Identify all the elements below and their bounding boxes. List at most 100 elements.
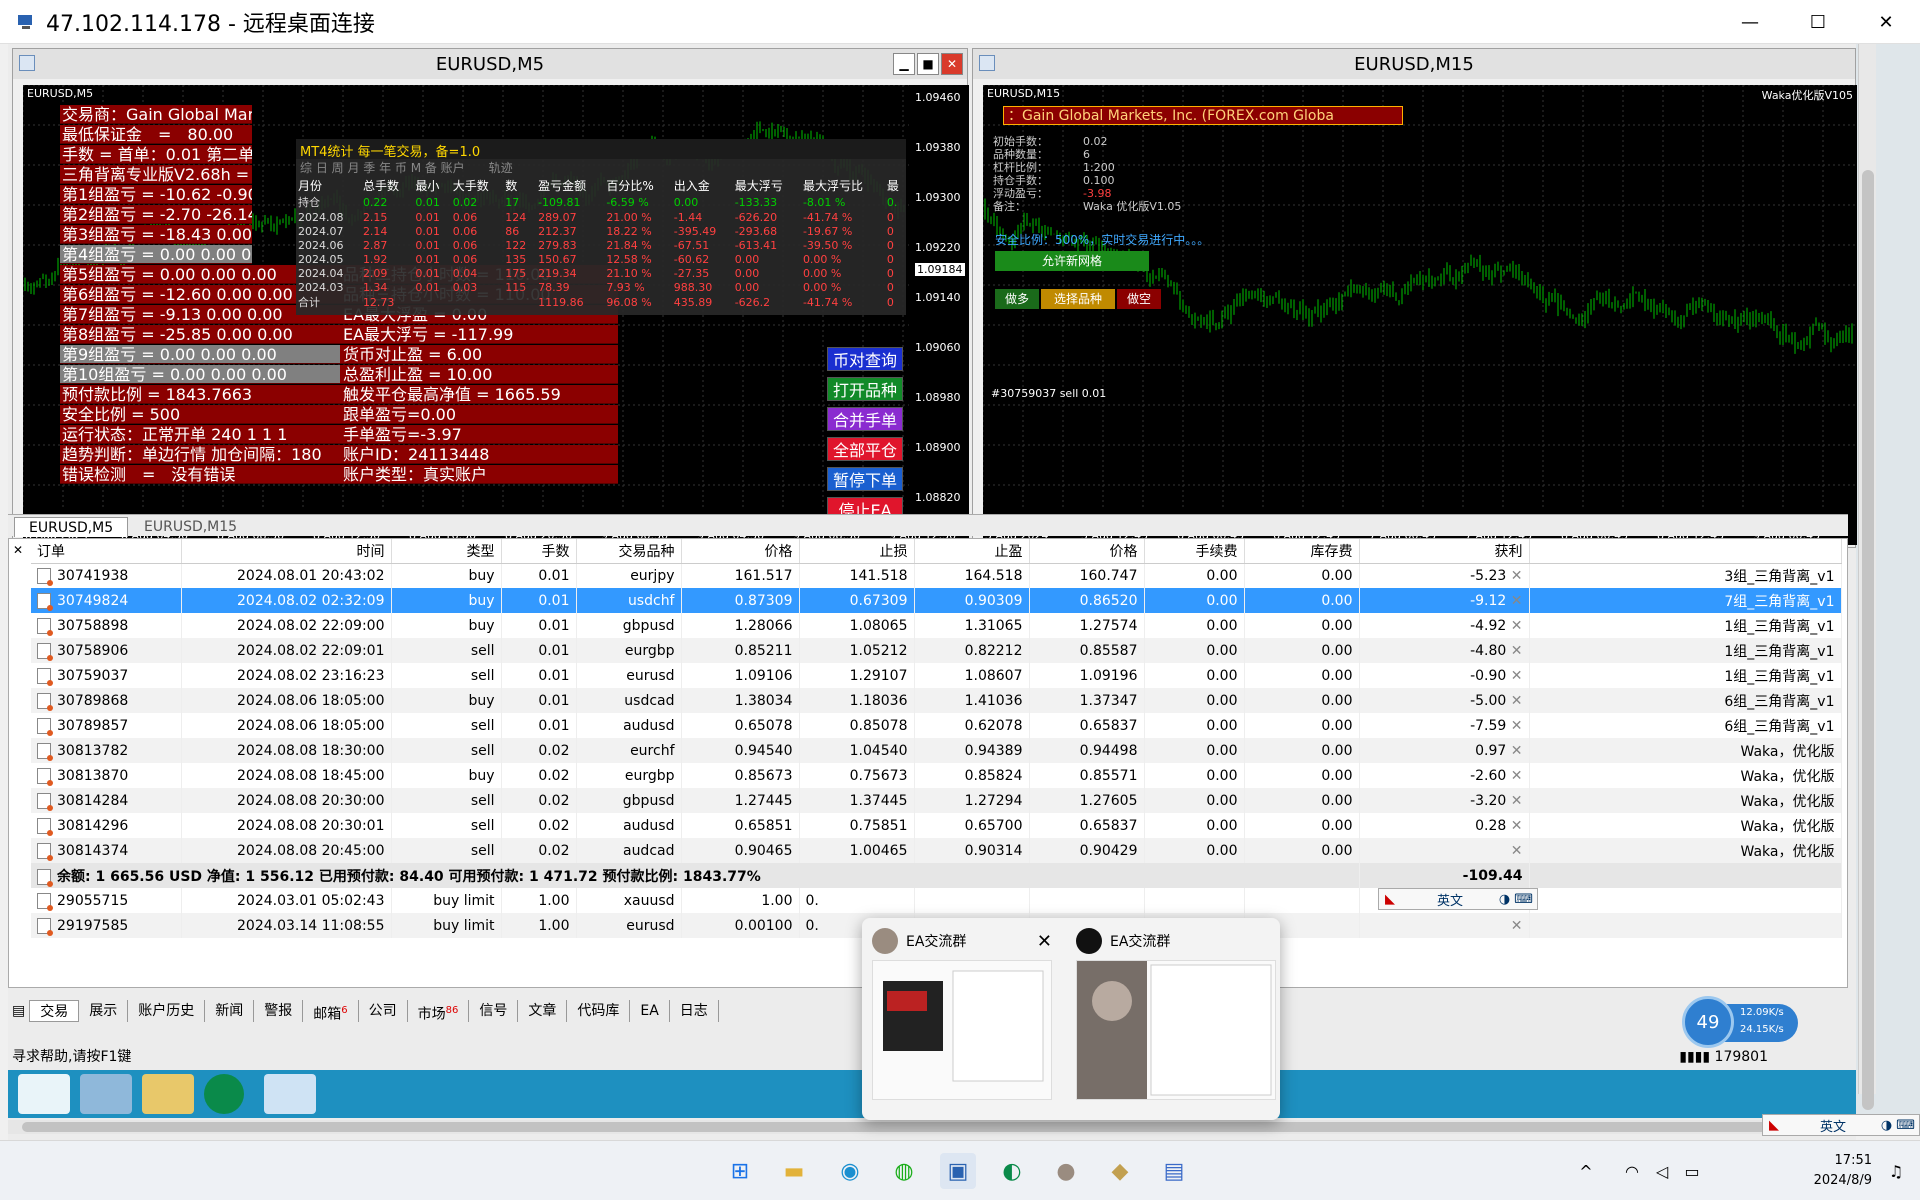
column-header[interactable]: 止盈 bbox=[914, 539, 1030, 564]
mt4-icon[interactable]: ◐ bbox=[994, 1153, 1030, 1189]
long-button[interactable]: 做多 bbox=[995, 289, 1039, 309]
battery-icon[interactable]: ▭ bbox=[1674, 1153, 1710, 1189]
ea-control-button[interactable]: 打开品种 bbox=[827, 377, 903, 401]
terminal-tab[interactable]: 交易 bbox=[29, 1000, 80, 1022]
order-row[interactable]: 30758898 2024.08.02 22:09:00 buy 0.01 gbpusd… bbox=[31, 613, 1842, 638]
terminal-tab[interactable]: 市场86 bbox=[408, 1000, 470, 1023]
order-row[interactable]: 30789857 2024.08.06 18:05:00 sell 0.01 audus… bbox=[31, 713, 1842, 738]
close-order-icon[interactable]: ✕ bbox=[1506, 643, 1523, 659]
short-button[interactable]: 做空 bbox=[1117, 289, 1161, 309]
avatar-app-icon[interactable]: ● bbox=[1048, 1153, 1084, 1189]
terminal-tab[interactable]: 日志 bbox=[670, 1000, 719, 1022]
remote-app-icon[interactable] bbox=[264, 1074, 316, 1114]
chart-window-eurusd-m5[interactable]: EURUSD,M5 ▁ ■ ✕ EURUSD,M5 交易商：Gain Globa… bbox=[12, 48, 969, 548]
bell-icon[interactable]: ♫ bbox=[1878, 1153, 1914, 1189]
close-order-icon[interactable]: ✕ bbox=[1506, 593, 1523, 609]
preview-item[interactable]: EA交流群 ✕ bbox=[872, 928, 1052, 1108]
close-order-icon[interactable]: ✕ bbox=[1506, 793, 1523, 809]
ea-control-button[interactable]: 币对查询 bbox=[827, 347, 903, 371]
order-row[interactable]: 30813782 2024.08.08 18:30:00 sell 0.02 eurch… bbox=[31, 738, 1842, 763]
column-header[interactable]: 订单 bbox=[31, 539, 182, 564]
column-header[interactable]: 类型 bbox=[391, 539, 502, 564]
column-header[interactable]: 价格 bbox=[681, 539, 800, 564]
order-row[interactable]: 30789868 2024.08.06 18:05:00 buy 0.01 usdcad… bbox=[31, 688, 1842, 713]
close-order-icon[interactable]: ✕ bbox=[1511, 918, 1523, 934]
ime-mode[interactable]: 英文 bbox=[1401, 890, 1499, 909]
allow-grid-button[interactable]: 允许新网格 bbox=[995, 251, 1149, 271]
order-row[interactable]: 30813870 2024.08.08 18:45:00 buy 0.02 eurgbp… bbox=[31, 763, 1842, 788]
ime-mode[interactable]: 英文 bbox=[1785, 1116, 1881, 1135]
close-button[interactable]: ✕ bbox=[1852, 0, 1920, 44]
wechat-icon[interactable]: ◍ bbox=[886, 1153, 922, 1189]
column-header[interactable]: 手续费 bbox=[1144, 539, 1245, 564]
column-header[interactable]: 库存费 bbox=[1244, 539, 1360, 564]
close-order-icon[interactable]: ✕ bbox=[1506, 618, 1523, 634]
file-explorer-icon[interactable]: ▬ bbox=[776, 1153, 812, 1189]
terminal-tab[interactable]: 账户历史 bbox=[128, 1000, 206, 1022]
preview-thumbnail[interactable] bbox=[872, 960, 1052, 1100]
close-order-icon[interactable]: ✕ bbox=[1506, 568, 1523, 584]
column-header[interactable]: 价格 bbox=[1029, 539, 1145, 564]
column-header[interactable]: 时间 bbox=[181, 539, 392, 564]
terminal-close-icon[interactable]: ✕ bbox=[13, 543, 23, 557]
pending-order-row[interactable]: 29055715 2024.03.01 05:02:43 buy limit 1.00… bbox=[31, 888, 1842, 913]
ime-bar-remote[interactable]: ◣ 英文 ◑ ⌨ bbox=[1378, 888, 1538, 910]
terminal-tab[interactable]: 代码库 bbox=[567, 1000, 631, 1022]
preview-item[interactable]: EA交流群 bbox=[1076, 928, 1276, 1108]
chart-window-eurusd-m15[interactable]: EURUSD,M15 EURUSD,M15 Waka优化版V105 ：Gain … bbox=[972, 48, 1857, 548]
chart-maximize-button[interactable]: ■ bbox=[917, 53, 939, 75]
terminal-tab[interactable]: 公司 bbox=[359, 1000, 408, 1022]
terminal-tab[interactable]: 警报 bbox=[254, 1000, 304, 1022]
network-speed-widget[interactable]: 12.09K/s 24.15K/s 49 bbox=[1682, 996, 1802, 1052]
order-row[interactable]: 30759037 2024.08.02 23:16:23 sell 0.01 eurus… bbox=[31, 663, 1842, 688]
close-icon[interactable]: ✕ bbox=[1037, 931, 1052, 952]
order-row[interactable]: 30814374 2024.08.08 20:45:00 sell 0.02 audca… bbox=[31, 838, 1842, 863]
select-symbol-button[interactable]: 选择品种 bbox=[1041, 289, 1115, 309]
order-row[interactable]: 30814284 2024.08.08 20:30:00 sell 0.02 gbpus… bbox=[31, 788, 1842, 813]
vertical-scrollbar[interactable] bbox=[1858, 44, 1876, 1110]
close-order-icon[interactable]: ✕ bbox=[1506, 818, 1523, 834]
minimize-button[interactable]: — bbox=[1716, 0, 1784, 44]
close-order-icon[interactable]: ✕ bbox=[1506, 768, 1523, 784]
column-header[interactable]: 手数 bbox=[501, 539, 577, 564]
notepad-icon[interactable]: ▤ bbox=[1156, 1153, 1192, 1189]
terminal-tab[interactable]: 信号 bbox=[469, 1000, 519, 1022]
ime-bar-local[interactable]: ◣ 英文 ◑ ⌨ bbox=[1762, 1114, 1920, 1136]
server-manager-icon[interactable] bbox=[80, 1074, 132, 1114]
close-order-icon[interactable]: ✕ bbox=[1506, 743, 1523, 759]
chevron-up-icon[interactable]: ^ bbox=[1568, 1153, 1604, 1189]
maximize-button[interactable]: ☐ bbox=[1784, 0, 1852, 44]
preview-thumbnail[interactable] bbox=[1076, 960, 1276, 1100]
ea-control-button[interactable]: 暂停下单 bbox=[827, 467, 903, 491]
terminal-tab[interactable]: 新闻 bbox=[205, 1000, 255, 1022]
start-icon[interactable]: ⊞ bbox=[722, 1153, 758, 1189]
mt4-app-icon[interactable] bbox=[204, 1074, 244, 1114]
chart-close-button[interactable]: ✕ bbox=[941, 53, 963, 75]
order-row[interactable]: 30814296 2024.08.08 20:30:01 sell 0.02 audus… bbox=[31, 813, 1842, 838]
chart-plot-m5[interactable]: EURUSD,M5 交易商：Gain Global Markets最低保证金 =… bbox=[23, 85, 969, 545]
order-row[interactable]: 30749824 2024.08.02 02:32:09 buy 0.01 usdchf… bbox=[31, 588, 1842, 613]
close-order-icon[interactable]: ✕ bbox=[1506, 693, 1523, 709]
order-row[interactable]: 30741938 2024.08.01 20:43:02 buy 0.01 eurjpy… bbox=[31, 563, 1842, 588]
horizontal-scrollbar[interactable] bbox=[8, 1120, 1856, 1134]
stat-panel-tabs[interactable]: 综 日 周 月 季 年 币 M 备 账户 轨迹 bbox=[296, 159, 906, 177]
column-header[interactable]: 获利 bbox=[1359, 539, 1530, 564]
clock[interactable]: 17:51 2024/8/9 bbox=[1814, 1151, 1872, 1191]
column-header[interactable] bbox=[1529, 539, 1842, 564]
windows-start-icon[interactable] bbox=[18, 1074, 70, 1114]
terminal-tab[interactable]: 文章 bbox=[518, 1000, 568, 1022]
remote-desktop-icon[interactable]: ▣ bbox=[940, 1153, 976, 1189]
chart-plot-m15[interactable]: EURUSD,M15 Waka优化版V105 ：Gain Global Mark… bbox=[983, 85, 1857, 545]
column-header[interactable]: 止损 bbox=[799, 539, 915, 564]
ea-control-button[interactable]: 全部平仓 bbox=[827, 437, 903, 461]
chart-minimize-button[interactable]: ▁ bbox=[893, 53, 915, 75]
terminal-tab[interactable]: 展示 bbox=[79, 1000, 129, 1022]
file-explorer-icon[interactable] bbox=[142, 1074, 194, 1114]
column-header[interactable]: 交易品种 bbox=[576, 539, 682, 564]
close-order-icon[interactable]: ✕ bbox=[1511, 843, 1523, 859]
order-row[interactable]: 30758906 2024.08.02 22:09:01 sell 0.01 eurgb… bbox=[31, 638, 1842, 663]
terminal-tab[interactable]: EA bbox=[630, 1000, 670, 1022]
ea-control-button[interactable]: 合并手单 bbox=[827, 407, 903, 431]
tab-eurusd-m15[interactable]: EURUSD,M15 bbox=[130, 517, 251, 537]
archive-icon[interactable]: ◆ bbox=[1102, 1153, 1138, 1189]
